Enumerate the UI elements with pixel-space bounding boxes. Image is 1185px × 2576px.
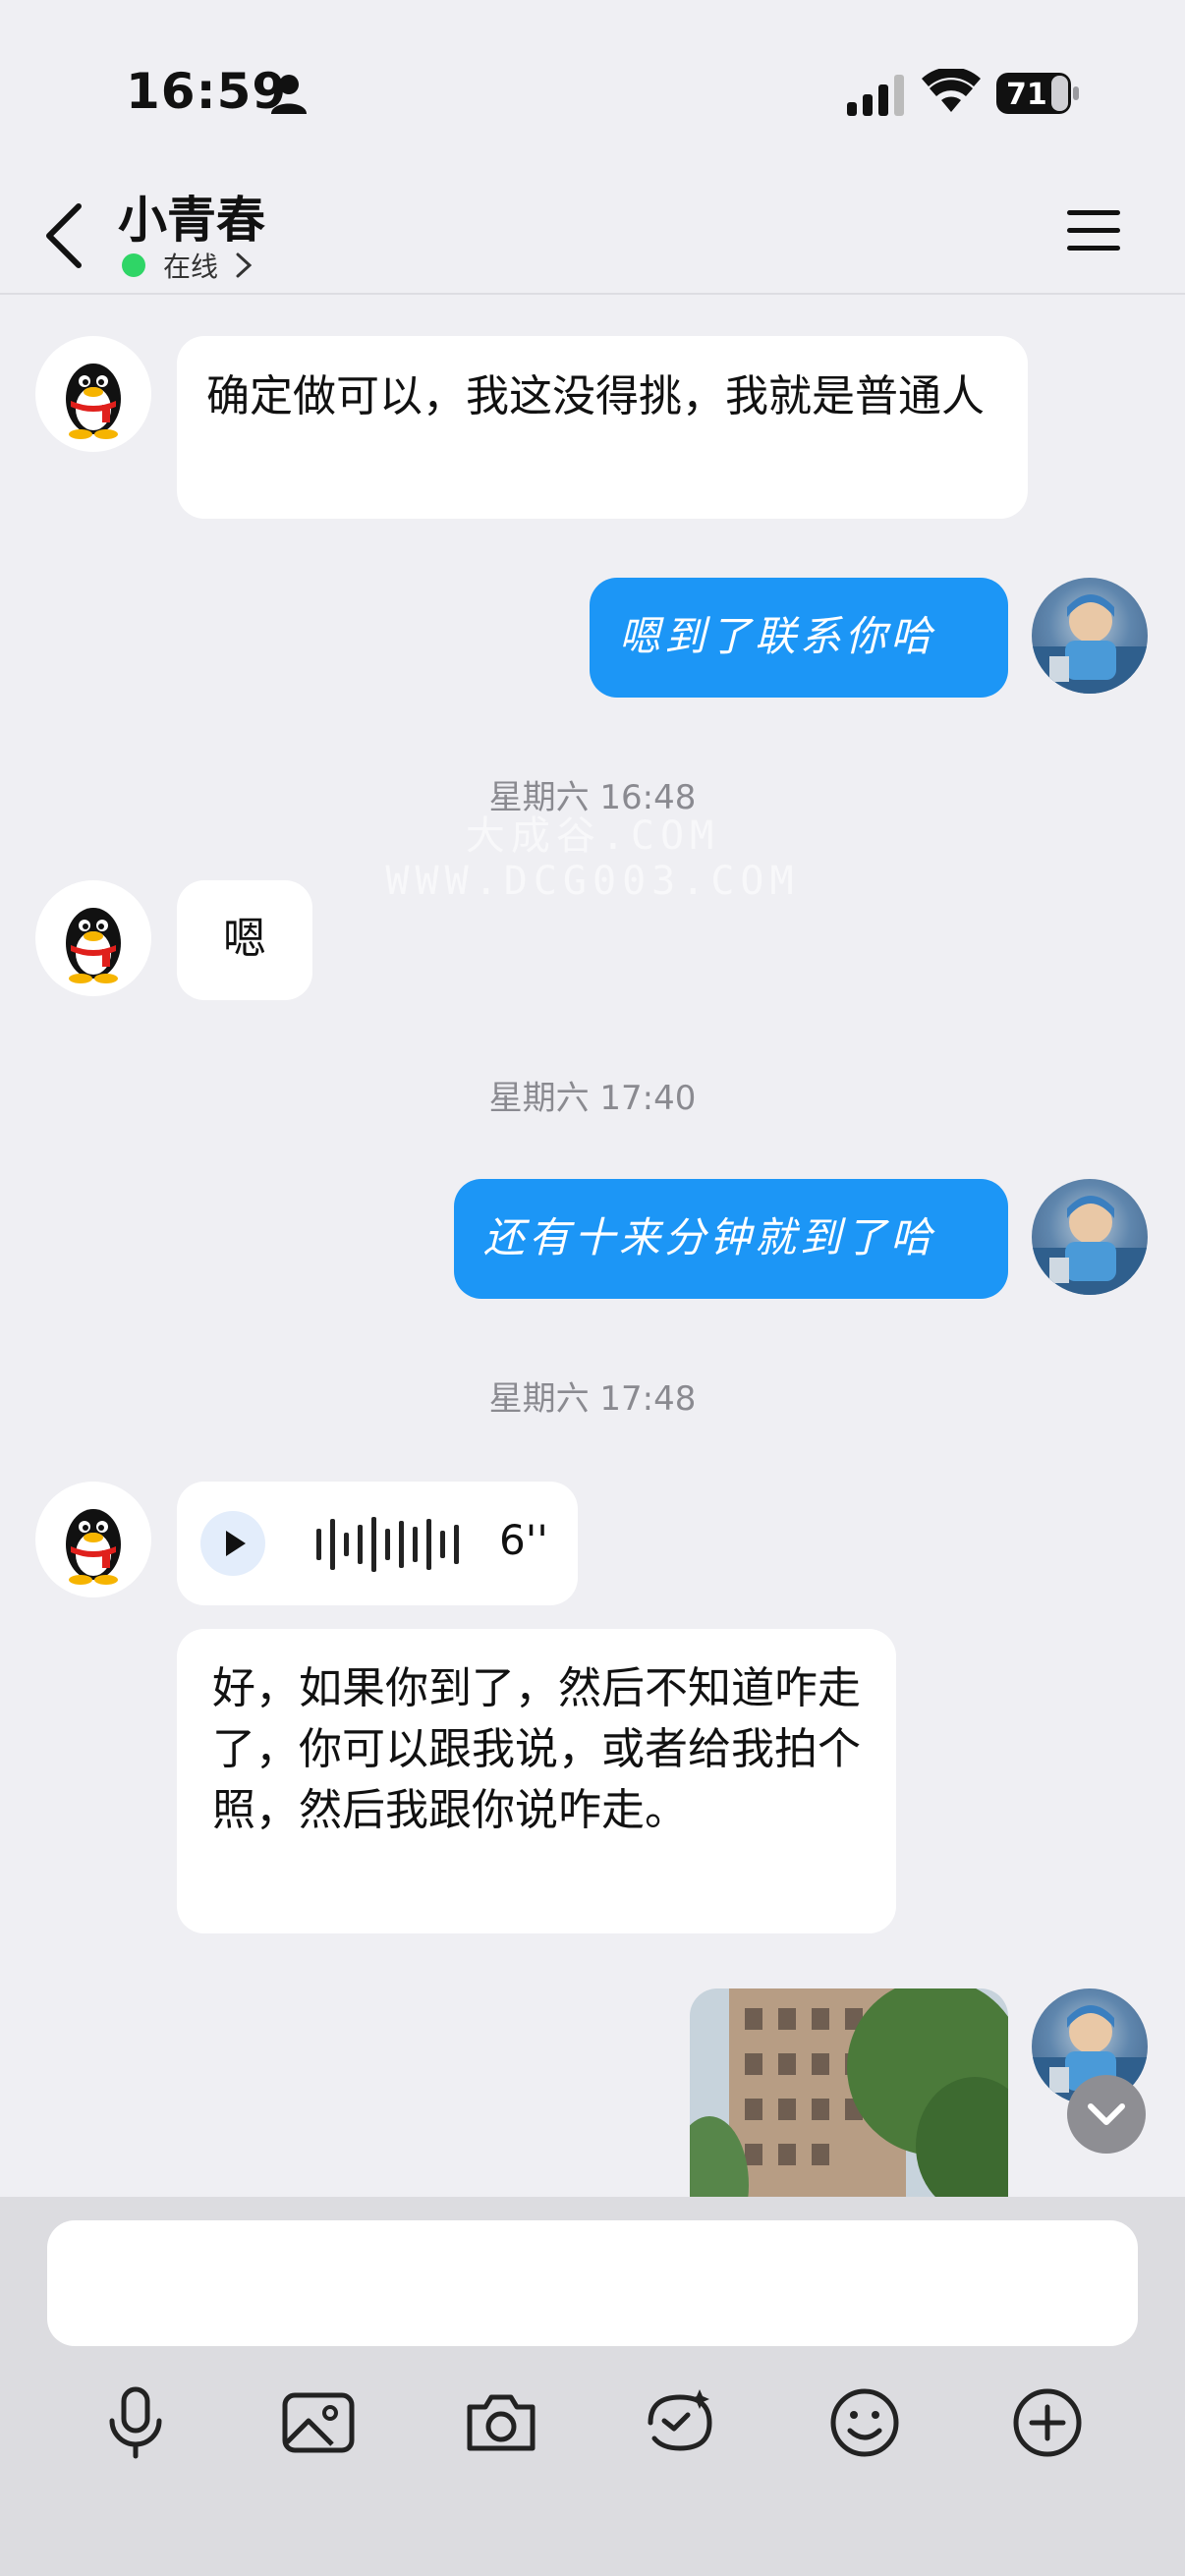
play-icon: [226, 1531, 246, 1556]
person-icon: [271, 75, 307, 114]
status-bar: 16:59 71: [0, 0, 1185, 167]
message-text: 好，如果你到了，然后不知道咋走了，你可以跟我说，或者给我拍个照，然后我跟你说咋走…: [212, 1663, 861, 1835]
penguin-avatar-icon: [66, 364, 121, 439]
composer: [0, 2197, 1185, 2576]
user-avatar-icon: [1032, 1196, 1148, 1295]
voice-play-button[interactable]: [200, 1511, 265, 1576]
battery-icon: 71: [996, 73, 1079, 114]
message-text: 还有十来分钟就到了哈: [483, 1213, 936, 1261]
menu-button[interactable]: [1065, 206, 1122, 255]
message-bubble-incoming[interactable]: 嗯: [177, 880, 312, 1000]
wifi-icon: [922, 69, 981, 112]
plus-icon: [1013, 2388, 1082, 2457]
my-avatar[interactable]: [1032, 1179, 1148, 1295]
timestamp: 星期六 17:40: [488, 1079, 697, 1118]
image-button[interactable]: [269, 2374, 367, 2472]
scroll-to-bottom-button[interactable]: [1067, 2075, 1146, 2154]
user-avatar-icon: [1032, 594, 1148, 694]
cellular-signal-icon: [847, 75, 904, 116]
emoji-button[interactable]: [816, 2374, 914, 2472]
voice-duration: 6'': [499, 1516, 548, 1564]
message-text: 嗯: [223, 914, 266, 964]
emoji-icon: [830, 2388, 899, 2457]
chevron-right-icon: [236, 252, 253, 278]
image-icon: [282, 2392, 355, 2453]
back-button[interactable]: [35, 196, 94, 275]
my-avatar[interactable]: [1032, 578, 1148, 694]
online-dot-icon: [122, 253, 145, 277]
contact-name[interactable]: 小青春: [118, 181, 265, 252]
message-bubble-outgoing[interactable]: 还有十来分钟就到了哈: [454, 1179, 1008, 1299]
contact-avatar[interactable]: [35, 880, 151, 996]
penguin-avatar-icon: [66, 1509, 121, 1585]
camera-button[interactable]: [452, 2374, 550, 2472]
contact-avatar[interactable]: [35, 336, 151, 452]
chat-header: 小青春 在线: [0, 167, 1185, 295]
voice-input-button[interactable]: [86, 2374, 185, 2472]
presence-label: 在线: [163, 251, 219, 283]
timestamp: 星期六 17:48: [488, 1379, 697, 1419]
penguin-avatar-icon: [66, 908, 121, 983]
camera-icon: [467, 2394, 536, 2451]
chevron-down-icon: [1088, 2103, 1125, 2125]
message-text: 嗯到了联系你哈: [619, 612, 936, 660]
message-input[interactable]: [47, 2220, 1138, 2346]
red-packet-button[interactable]: [631, 2374, 729, 2472]
microphone-icon: [109, 2386, 162, 2459]
red-packet-icon: [648, 2389, 712, 2451]
contact-avatar[interactable]: [35, 1482, 151, 1597]
waveform-icon: [316, 1517, 459, 1572]
status-time: 16:59: [126, 63, 288, 120]
voice-message-bubble[interactable]: 6'': [177, 1482, 578, 1605]
message-text: 确定做可以，我这没得挑，我就是普通人: [206, 371, 985, 421]
message-bubble-incoming[interactable]: 确定做可以，我这没得挑，我就是普通人: [177, 336, 1028, 519]
more-button[interactable]: [998, 2374, 1097, 2472]
message-bubble-outgoing[interactable]: 嗯到了联系你哈: [590, 578, 1008, 698]
message-bubble-incoming[interactable]: 好，如果你到了，然后不知道咋走了，你可以跟我说，或者给我拍个照，然后我跟你说咋走…: [177, 1629, 896, 1933]
presence-status[interactable]: 在线: [122, 246, 254, 285]
watermark-line-1: 大成谷.COM: [465, 813, 720, 859]
battery-level: 71: [1006, 78, 1047, 112]
